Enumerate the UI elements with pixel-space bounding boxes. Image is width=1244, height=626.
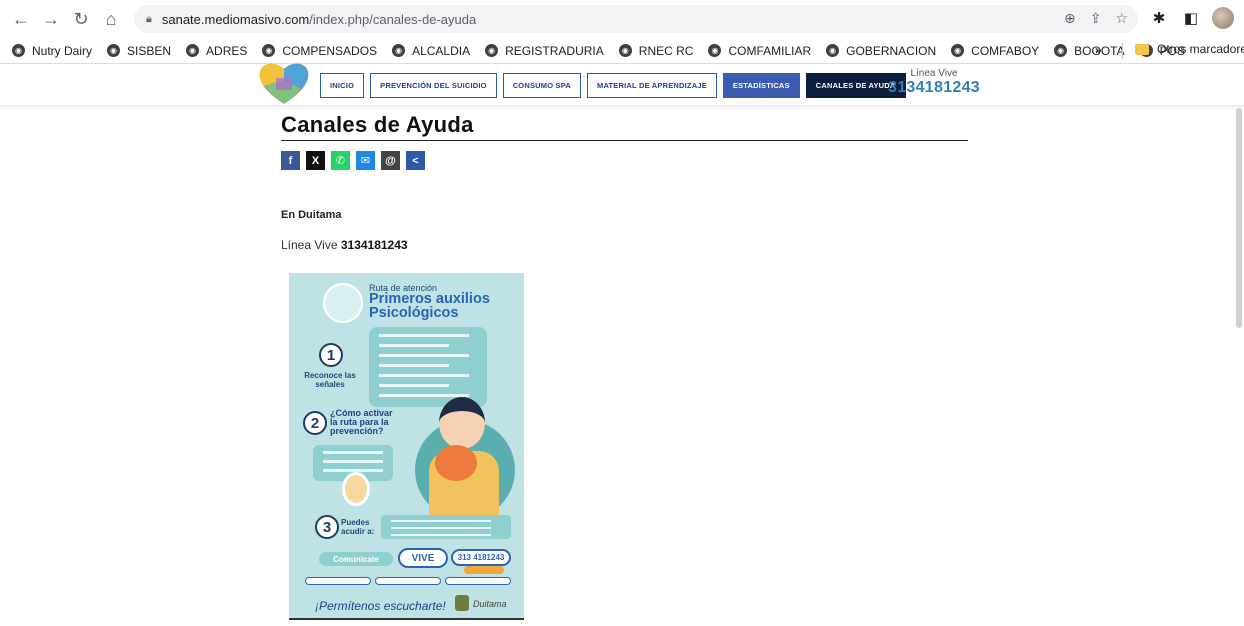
facebook-icon[interactable]: f: [281, 151, 300, 170]
bookmark-item[interactable]: ◉ ADRES: [186, 44, 247, 58]
share-bar: f X ✆ ✉ @ <: [281, 151, 968, 170]
site-header: INICIO PREVENCIÓN DEL SUICIDIO CONSUMO S…: [0, 63, 1244, 106]
24-hours-badge: [464, 566, 504, 574]
menu-prevencion-suicidio[interactable]: PREVENCIÓN DEL SUICIDIO: [370, 73, 497, 98]
bookmark-item[interactable]: ◉ REGISTRADURIA: [485, 44, 604, 58]
duitama-logo-text: Duitama: [473, 599, 507, 609]
globe-icon: ◉: [262, 44, 276, 57]
other-bookmarks-folder[interactable]: Otros marcadores: [1135, 42, 1244, 56]
girl-avatar-icon: [342, 472, 370, 506]
bookmark-item[interactable]: ◉ SISBEN: [107, 44, 171, 58]
folder-icon: [1135, 43, 1149, 55]
globe-icon: ◉: [392, 44, 406, 57]
flowers-icon: [435, 445, 477, 481]
address-bar[interactable]: 🔒︎ sanate.mediomasivo.com/index.php/cana…: [134, 5, 1138, 33]
globe-icon: ◉: [618, 44, 632, 57]
globe-icon: ◉: [485, 44, 499, 57]
step-2-number: 2: [303, 411, 327, 435]
vive-badge: VIVE: [398, 548, 448, 568]
star-icon[interactable]: ☆: [1115, 10, 1128, 27]
email-icon[interactable]: @: [381, 151, 400, 170]
bookmark-item[interactable]: ◉ Nutry Dairy: [12, 44, 92, 58]
globe-icon: ◉: [708, 44, 722, 57]
globe-icon: ◉: [951, 44, 965, 57]
bookmark-item[interactable]: ◉ ALCALDIA: [392, 44, 470, 58]
bookmark-item[interactable]: ◉ RNEC RC: [618, 44, 693, 58]
page-scrollbar[interactable]: [1236, 108, 1242, 328]
zoom-icon[interactable]: ⊕: [1064, 10, 1076, 27]
places-card: [381, 515, 511, 539]
boy-head: [439, 397, 485, 449]
forward-icon[interactable]: →: [38, 6, 64, 32]
url-host: sanate.mediomasivo.com: [161, 11, 310, 27]
poster-phone: 313 4181243: [451, 549, 511, 566]
share-icon[interactable]: <: [406, 151, 425, 170]
menu-inicio[interactable]: INICIO: [320, 73, 365, 98]
menu-consumo-spa[interactable]: CONSUMO SPA: [502, 73, 582, 98]
home-icon[interactable]: ⌂: [98, 6, 124, 32]
main-menu: INICIO PREVENCIÓN DEL SUICIDIO CONSUMO S…: [320, 73, 906, 98]
globe-icon: ◉: [12, 44, 25, 57]
step-3-label: Puedes acudir a:: [341, 518, 375, 536]
lock-icon[interactable]: 🔒︎: [146, 13, 152, 26]
browser-toolbar: ← → ↻ ⌂ 🔒︎ sanate.mediomasivo.com/index.…: [0, 0, 1244, 38]
globe-icon: ◉: [826, 44, 840, 57]
step-2-label: ¿Cómo activar la ruta para la prevención…: [330, 408, 393, 436]
bookmark-item[interactable]: ◉ BOGOTA: [1054, 44, 1125, 58]
linea-vive-header[interactable]: Línea Vive 3134181243: [888, 68, 980, 97]
bookmark-item[interactable]: ◉ COMPENSADOS: [262, 44, 377, 58]
bookmark-item[interactable]: ◉ COMFAMILIAR: [708, 44, 811, 58]
messenger-icon[interactable]: ✉: [356, 151, 375, 170]
help-route-poster: Ruta de atención Primeros auxilios Psicol…: [289, 273, 524, 620]
linea-vive-number[interactable]: 3134181243: [888, 79, 980, 97]
main-content: Canales de Ayuda f X ✆ ✉ @ <: [281, 112, 968, 170]
duitama-seal-icon: [455, 595, 469, 611]
poster-title: Primeros auxilios Psicológicos: [369, 291, 490, 321]
linea-vive-label: Línea Vive: [910, 68, 958, 79]
linea-vive-text: Línea Vive 3134181243: [281, 238, 408, 252]
step-1-number: 1: [319, 343, 343, 367]
bookmark-item[interactable]: ◉ COMFABOY: [951, 44, 1039, 58]
sidebar-icon[interactable]: ◧: [1180, 6, 1202, 30]
heart-logo-icon[interactable]: [256, 60, 312, 106]
linea-vive-number: 3134181243: [340, 238, 408, 252]
menu-estadisticas[interactable]: ESTADÍSTICAS: [722, 73, 800, 98]
contact-lines: [305, 577, 511, 585]
city-heading: En Duitama: [281, 209, 342, 221]
profile-avatar[interactable]: [1212, 7, 1234, 29]
extensions-icon[interactable]: ✱: [1148, 6, 1170, 30]
step-3-number: 3: [315, 515, 339, 539]
globe-icon: ◉: [186, 44, 200, 57]
poster-slogan: ¡Permítenos escucharte!: [315, 599, 446, 613]
bookmarks-divider: [1122, 43, 1123, 59]
page-title: Canales de Ayuda: [281, 112, 968, 141]
globe-icon: ◉: [107, 44, 121, 57]
signals-card: [369, 327, 487, 407]
reload-icon[interactable]: ↻: [68, 6, 94, 32]
share-icon[interactable]: ⇪: [1090, 10, 1102, 27]
back-icon[interactable]: ←: [8, 6, 34, 32]
url-path: /index.php/canales-de-ayuda: [309, 11, 477, 27]
x-icon[interactable]: X: [306, 151, 325, 170]
menu-material-aprendizaje[interactable]: MATERIAL DE APRENDIZAJE: [587, 73, 717, 98]
whatsapp-icon[interactable]: ✆: [331, 151, 350, 170]
globe-icon: ◉: [1054, 44, 1068, 57]
bookmark-item[interactable]: ◉ GOBERNACION: [826, 44, 936, 58]
more-bookmarks-button[interactable]: »: [1095, 43, 1102, 57]
mind-icon: [323, 283, 363, 323]
bookmarks-bar: ◉ Nutry Dairy ◉ SISBEN ◉ ADRES ◉ COMPENSADOS…: [0, 38, 1244, 64]
step-1-label: Reconoce las señales: [304, 371, 356, 389]
comunicate-label: Comunícate: [319, 552, 393, 566]
